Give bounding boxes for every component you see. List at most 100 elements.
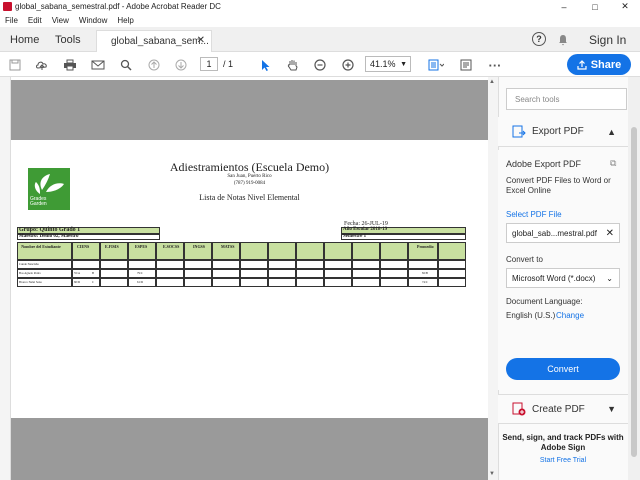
adobe-sign-promo: Send, sign, and track PDFs with Adobe Si… [498, 425, 628, 480]
convert-button[interactable]: Convert [506, 358, 620, 380]
document-language-label: Document Language: [506, 297, 583, 306]
select-pdf-link[interactable]: Select PDF File [506, 210, 562, 219]
close-tab-icon[interactable]: ✕ [197, 35, 205, 46]
page-gap-bottom [11, 418, 488, 480]
navigation-pane-strip[interactable] [0, 77, 11, 480]
zoom-level-select[interactable]: 41.1% ▼ [365, 56, 411, 72]
maximize-button[interactable]: □ [580, 0, 610, 13]
sign-in-link[interactable]: Sign In [589, 27, 626, 52]
fit-page-icon[interactable] [427, 56, 445, 74]
tab-document[interactable]: global_sabana_sem... ✕ [96, 30, 212, 52]
table-row [17, 269, 466, 278]
select-cursor-icon[interactable] [257, 56, 275, 74]
create-pdf-icon [512, 402, 526, 416]
convert-to-label: Convert to [506, 255, 543, 264]
grade-cell: B [92, 271, 95, 275]
save-icon[interactable] [6, 56, 24, 74]
search-icon[interactable] [117, 56, 135, 74]
previous-page-icon[interactable] [145, 56, 163, 74]
grade-cell: 61/D [137, 280, 143, 284]
selected-file-field[interactable]: global_sab...mestral.pdf ✕ [506, 223, 620, 243]
close-window-button[interactable]: ✕ [610, 0, 640, 13]
table-row [17, 260, 466, 269]
read-mode-icon[interactable] [457, 56, 475, 74]
export-pdf-label: Export PDF [532, 126, 584, 137]
page-total: / 1 [223, 59, 234, 69]
pdf-school-title: Adiestramientos (Escuela Demo) [169, 160, 330, 174]
info-icon[interactable]: ⧉ [610, 158, 616, 169]
export-pdf-panel: Adobe Export PDF ⧉ Convert PDF Files to … [498, 150, 628, 390]
menu-window[interactable]: Window [74, 16, 112, 25]
teacher-label: Maestro: Demo 02, Maestro [19, 234, 79, 239]
export-description: Convert PDF Files to Word or Excel Onlin… [506, 176, 611, 195]
selected-file-name: global_sab...mestral.pdf [512, 228, 597, 238]
menu-edit[interactable]: Edit [23, 16, 47, 25]
email-icon[interactable] [89, 56, 107, 74]
promo-text: Send, sign, and track PDFs with Adobe Si… [502, 433, 624, 452]
chevron-down-icon: ▼ [400, 60, 407, 68]
sidebar-scroll-thumb[interactable] [631, 127, 637, 457]
page-gap-top [11, 80, 488, 140]
average-cell: 82/B [422, 271, 428, 275]
tab-home[interactable]: Home [10, 27, 39, 52]
next-page-icon[interactable] [172, 56, 190, 74]
chevron-down-icon: ⌄ [606, 273, 613, 283]
grade-cell: C [92, 280, 95, 284]
document-scrollbar[interactable]: ▲ ▼ [488, 77, 498, 480]
pdf-city: San Juan, Puerto Rico [227, 174, 272, 179]
grade-cell: 55/A [74, 271, 80, 275]
help-icon[interactable]: ? [532, 32, 546, 46]
group-label: Grupo: Quinto Grado 1 [19, 227, 81, 233]
share-button[interactable]: Share [567, 54, 631, 75]
print-icon[interactable] [61, 56, 79, 74]
menu-file[interactable]: File [0, 16, 23, 25]
grade-cell: 60/D [74, 280, 80, 284]
sidebar-scrollbar[interactable] [628, 77, 640, 480]
pdf-list-title: Lista de Notas Nivel Elemental [199, 193, 300, 202]
table-row [17, 278, 466, 287]
pdf-phone: (787) 919-0084 [233, 181, 266, 186]
scroll-down-icon[interactable]: ▼ [489, 471, 495, 477]
menu-help[interactable]: Help [112, 16, 138, 25]
share-icon [577, 59, 587, 70]
zoom-out-icon[interactable] [311, 56, 329, 74]
tab-bar: Home Tools global_sabana_sem... ✕ ? Sign… [0, 27, 640, 52]
semester-label: Semestre 1 [343, 234, 367, 239]
export-pdf-header[interactable]: Export PDF ▲ [498, 117, 628, 147]
convert-format-select[interactable]: Microsoft Word (*.docx) ⌄ [506, 268, 620, 288]
grade-cell: 79/C [137, 271, 143, 275]
minimize-button[interactable]: – [549, 0, 579, 13]
create-pdf-header[interactable]: Create PDF ▼ [498, 394, 628, 424]
chevron-down-icon[interactable]: ▼ [607, 404, 616, 414]
convert-format-value: Microsoft Word (*.docx) [512, 273, 596, 283]
grades-table: Grupo: Quinto Grado 1 Maestro: Demo 02, … [17, 227, 466, 292]
scroll-up-icon[interactable]: ▲ [489, 79, 495, 85]
more-options-icon[interactable]: ··· [486, 56, 504, 74]
cloud-upload-icon[interactable] [33, 56, 51, 74]
clear-file-icon[interactable]: ✕ [606, 228, 614, 239]
zoom-in-icon[interactable] [339, 56, 357, 74]
student-name: Bos Agnelo Pedro [19, 271, 41, 275]
notification-bell-icon[interactable] [557, 27, 569, 52]
acrobat-app-icon [3, 2, 12, 11]
document-tab-label: global_sabana_sem... [111, 36, 209, 47]
student-name: Cunde Nancisha [19, 262, 39, 266]
hand-tool-icon[interactable] [284, 56, 302, 74]
change-language-link[interactable]: Change [556, 311, 584, 320]
adobe-export-title: Adobe Export PDF [506, 159, 582, 169]
tab-tools[interactable]: Tools [55, 27, 81, 52]
document-language-value: English (U.S.) [506, 311, 556, 320]
menu-view[interactable]: View [47, 16, 74, 25]
create-pdf-label: Create PDF [532, 403, 585, 415]
window-title: global_sabana_semestral.pdf - Adobe Acro… [15, 2, 221, 11]
page-number-input[interactable]: 1 [200, 57, 218, 71]
share-label: Share [590, 58, 622, 71]
chevron-up-icon[interactable]: ▲ [607, 127, 616, 137]
pdf-page: Grades Garden Adiestramientos (Escuela De… [11, 140, 488, 418]
year-label: Año Escolar 2018-19 [343, 227, 388, 232]
student-name: Bronco Neleí Sana [19, 280, 42, 284]
menu-bar: File Edit View Window Help [0, 13, 640, 27]
zoom-value: 41.1% [370, 59, 396, 69]
search-tools-input[interactable]: Search tools [506, 88, 627, 110]
start-free-trial-link[interactable]: Start Free Trial [498, 457, 628, 464]
